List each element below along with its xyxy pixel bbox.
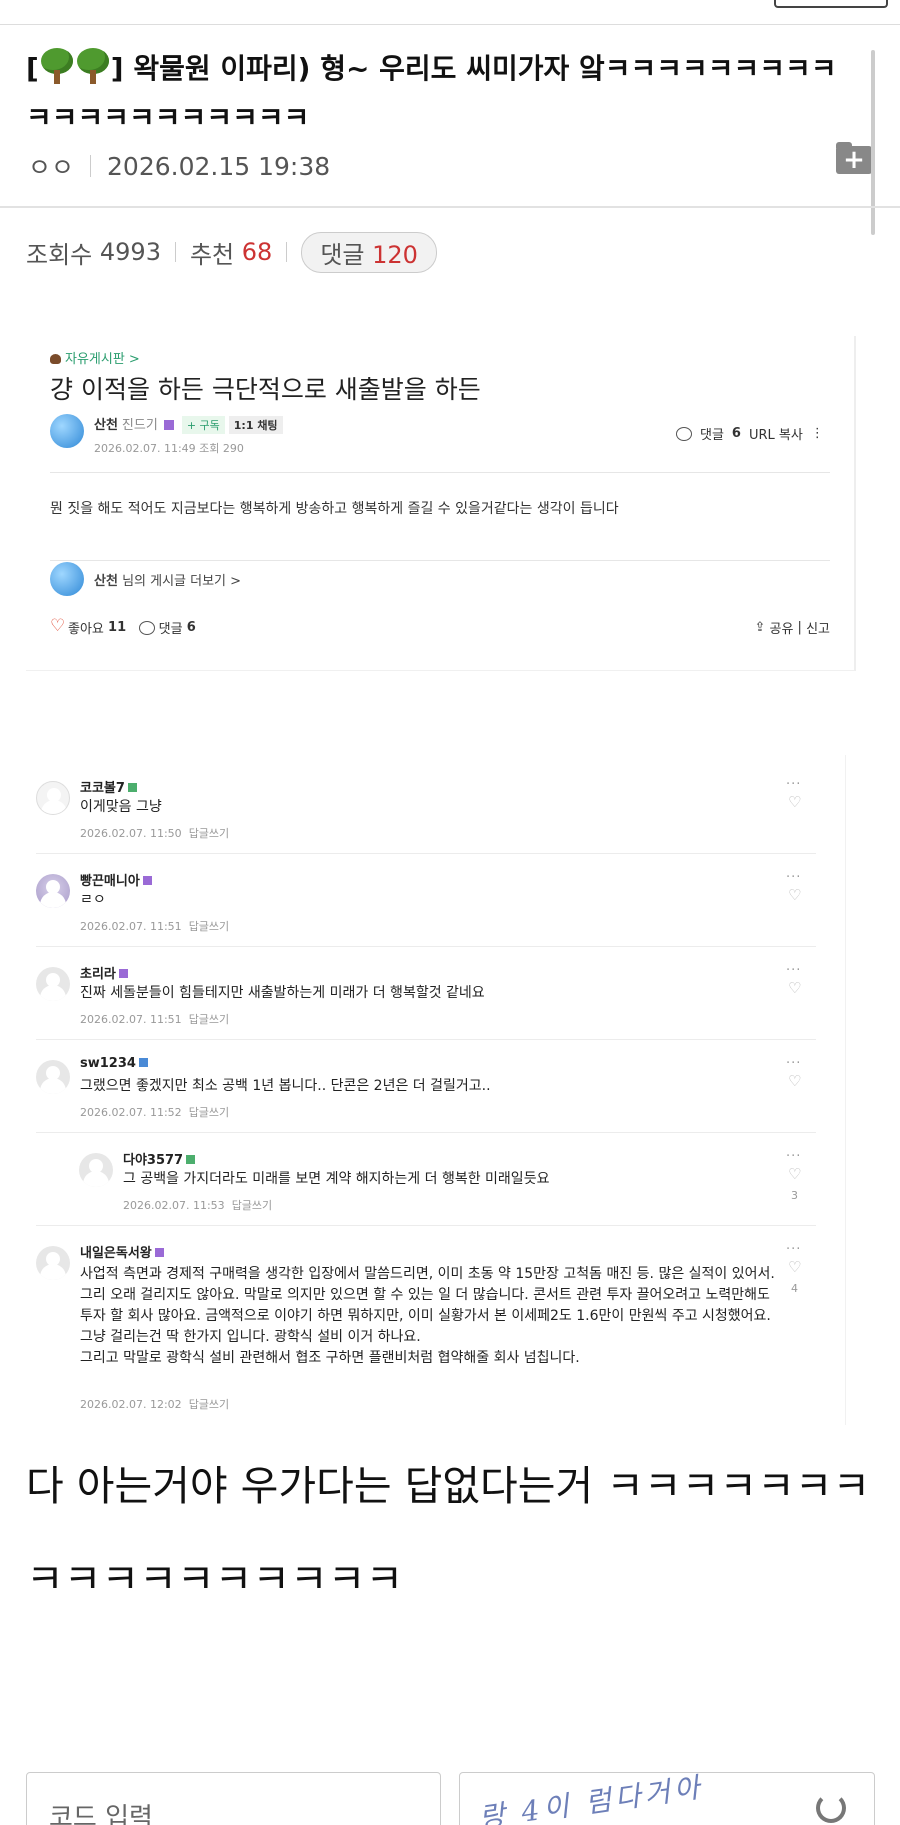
heart-icon: ♡ xyxy=(788,1258,802,1276)
comments-count: 120 xyxy=(372,240,418,269)
captcha-image: 랑 4이 럼다거아 xyxy=(459,1772,875,1825)
embed-author-row: 산천 진드기 + 구독 1:1 채팅 xyxy=(94,414,283,434)
embedded-post-screenshot: 자유게시판 > 걍 이적을 하든 극단적으로 새출발을 하든 산천 진드기 + 구독… xyxy=(26,336,856,671)
captcha-code-input[interactable]: 코드 입력 xyxy=(26,1772,441,1825)
embed-body: 뭔 짓을 해도 적어도 지금보다는 행복하게 방송하고 행복하게 즐길 수 있을… xyxy=(50,501,619,517)
comment-icon xyxy=(676,426,692,441)
avatar xyxy=(36,781,70,815)
embed-date: 2026.02.07. 11:49 조회 290 xyxy=(94,442,244,455)
views-label: 조회수 xyxy=(26,240,93,269)
more-icon: ··· xyxy=(786,1242,802,1257)
more-icon: ··· xyxy=(786,1056,802,1071)
post-datetime: 2026.02.15 19:38 xyxy=(107,151,331,181)
comments-button[interactable]: 댓글 120 xyxy=(301,231,437,273)
embed-bottom-bar: 좋아요 11 댓글 6 ⇪ 공유 | 신고 xyxy=(50,616,830,637)
embedded-comments-screenshot: 코코볼7 이게맞음 그냥 2026.02.07. 11:50 답글쓰기 ··· … xyxy=(26,755,846,1425)
refresh-icon[interactable] xyxy=(816,1793,846,1823)
title-bracket: [ xyxy=(26,52,39,85)
embed-tools: 댓글 6 URL 복사 ⋮ xyxy=(676,424,824,443)
divider xyxy=(0,206,900,208)
heart-icon: ♡ xyxy=(788,793,802,811)
embed-title: 걍 이적을 하든 극단적으로 새출발을 하든 xyxy=(50,375,481,404)
post-meta: ㅇㅇ 2026.02.15 19:38 xyxy=(28,146,330,186)
divider xyxy=(90,155,92,177)
recommend-count: 68 xyxy=(241,238,273,266)
board-icon xyxy=(50,354,61,364)
post-title-text: ] 왁물원 이파리) 형~ 우리도 씨미가자 앜ㅋㅋㅋㅋㅋㅋㅋㅋㅋㅋㅋㅋㅋㅋㅋㅋ… xyxy=(26,52,837,134)
url-copy: URL 복사 xyxy=(748,428,803,443)
avatar xyxy=(79,1153,113,1187)
chat-badge: 1:1 채팅 xyxy=(228,416,283,434)
avatar xyxy=(36,967,70,1001)
heart-icon xyxy=(50,616,65,636)
recommend-label: 추천 xyxy=(189,240,235,269)
tree-icon xyxy=(75,48,111,84)
post-author[interactable]: ㅇㅇ xyxy=(28,148,74,184)
post-title: [] 왁물원 이파리) 형~ 우리도 씨미가자 앜ㅋㅋㅋㅋㅋㅋㅋㅋㅋㅋㅋㅋㅋㅋㅋ… xyxy=(26,44,856,142)
avatar xyxy=(50,562,84,596)
board-link: 자유게시판 > xyxy=(50,348,140,367)
post-body-text: 다 아는거야 우가다는 답없다는거 ㅋㅋㅋㅋㅋㅋㅋㅋㅋㅋㅋㅋㅋㅋㅋㅋㅋ xyxy=(26,1462,871,1603)
top-button[interactable] xyxy=(774,0,888,8)
more-icon: ··· xyxy=(786,870,802,885)
post-stats: 조회수 4993 추천 68 댓글 120 xyxy=(26,231,437,273)
avatar xyxy=(36,1246,70,1280)
avatar xyxy=(36,874,70,908)
comments-label: 댓글 xyxy=(320,240,365,269)
tree-icon xyxy=(39,48,75,84)
embed-more-link: 산천 님의 게시글 더보기 > xyxy=(94,574,242,589)
avatar xyxy=(36,1060,70,1094)
views-count: 4993 xyxy=(99,238,161,266)
heart-icon: ♡ xyxy=(788,979,802,997)
embed-level: 진드기 xyxy=(121,418,158,433)
more-icon: ··· xyxy=(786,1149,802,1164)
level-badge-icon xyxy=(163,420,174,430)
folder-add-icon[interactable]: + xyxy=(836,142,872,174)
divider xyxy=(0,24,900,25)
share-icon: ⇪ xyxy=(754,620,766,635)
embed-author: 산천 xyxy=(94,418,118,433)
more-icon: ··· xyxy=(786,963,802,978)
heart-icon: ♡ xyxy=(788,1072,802,1090)
more-icon: ⋮ xyxy=(810,426,824,441)
heart-icon: ♡ xyxy=(788,886,802,904)
more-icon: ··· xyxy=(786,777,802,792)
avatar xyxy=(50,414,84,448)
heart-icon: ♡ xyxy=(788,1165,802,1183)
comment-icon xyxy=(138,620,155,635)
subscribe-badge: + 구독 xyxy=(181,416,225,434)
